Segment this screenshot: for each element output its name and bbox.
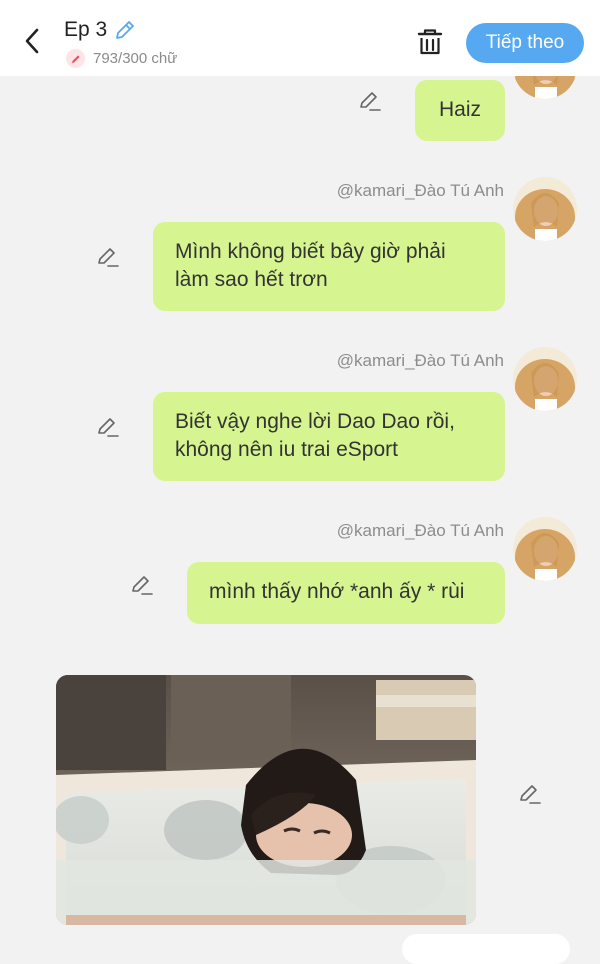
avatar[interactable] [513, 177, 577, 241]
avatar[interactable] [513, 347, 577, 411]
back-button[interactable] [18, 26, 46, 56]
message-bubble: mình thấy nhớ *anh ấy * rùi [187, 562, 505, 624]
edit-title-icon[interactable] [113, 18, 137, 42]
chevron-left-icon [25, 28, 39, 54]
message-text: Haiz [438, 98, 481, 121]
sender-name: @kamari_Đào Tú Anh [336, 351, 504, 370]
edit-message-icon[interactable] [517, 781, 543, 807]
message-bubble: Haiz [415, 80, 505, 141]
floating-panel-edge [402, 934, 570, 964]
message-text: Biết vậy nghe lời Dao Dao rồi, không nên… [175, 410, 455, 461]
message-text: Mình không biết bây giờ phải làm sao hết… [175, 240, 446, 291]
top-bar: Ep 3 793/300 chữ Tiếp theo [0, 0, 600, 76]
pencil-badge-icon [66, 49, 85, 68]
next-button[interactable]: Tiếp theo [466, 23, 584, 63]
avatar[interactable] [513, 517, 577, 581]
edit-message-icon[interactable] [129, 572, 155, 598]
edit-message-icon[interactable] [95, 414, 121, 440]
word-count: 793/300 chữ [66, 49, 177, 68]
trash-icon[interactable] [414, 26, 446, 58]
image-message[interactable] [56, 675, 476, 925]
title-row: Ep 3 [64, 18, 137, 42]
word-count-text: 793/300 chữ [93, 50, 178, 67]
edit-message-icon[interactable] [95, 244, 121, 270]
message-bubble: Biết vậy nghe lời Dao Dao rồi, không nên… [153, 392, 505, 481]
sender-name: @kamari_Đào Tú Anh [336, 181, 504, 200]
message-bubble: Mình không biết bây giờ phải làm sao hết… [153, 222, 505, 311]
message-text: mình thấy nhớ *anh ấy * rùi [209, 580, 465, 603]
page-title: Ep 3 [64, 18, 108, 41]
sender-name: @kamari_Đào Tú Anh [336, 521, 504, 540]
edit-message-icon[interactable] [357, 88, 383, 114]
